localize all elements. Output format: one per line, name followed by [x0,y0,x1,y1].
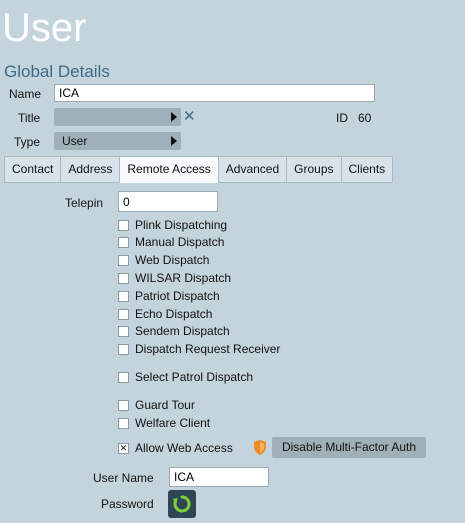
id-value: 60 [358,111,372,125]
clear-title-icon[interactable]: ✕ [183,109,196,125]
disable-mfa-button[interactable]: Disable Multi-Factor Auth [272,437,426,458]
page-title: User [2,6,87,50]
checkbox-row[interactable]: Welfare Client [118,415,210,431]
checkbox-label: Echo Dispatch [135,307,213,321]
checkbox-checked[interactable]: ✕ [118,442,129,454]
checkbox-label: Guard Tour [135,398,195,412]
checkbox-row-allow-web-access[interactable]: ✕ Allow Web Access [118,440,233,456]
password-label: Password [101,497,154,511]
name-label: Name [9,87,42,101]
checkbox-row[interactable]: WILSAR Dispatch [118,270,231,286]
refresh-icon [172,495,191,513]
checkbox-label: Dispatch Request Receiver [135,342,281,356]
checkbox-label: Web Dispatch [135,253,210,267]
checkbox[interactable] [118,254,129,266]
type-dropdown-value: User [62,134,88,148]
tab-clients[interactable]: Clients [340,156,394,183]
tab-groups[interactable]: Groups [286,156,342,183]
section-title: Global Details [4,62,110,81]
checkbox[interactable] [118,417,129,429]
checkbox[interactable] [118,236,129,248]
checkbox[interactable] [118,343,129,355]
checkbox-row[interactable]: Echo Dispatch [118,306,212,322]
dropdown-arrow-icon [171,112,177,122]
checkbox-row[interactable]: Patriot Dispatch [118,288,220,304]
title-label: Title [18,111,41,125]
checkbox-label: Welfare Client [135,416,211,430]
checkbox-row[interactable]: Sendem Dispatch [118,323,230,339]
tab-bar: Contact Address Remote Access Advanced G… [4,156,394,183]
checkbox[interactable] [118,290,129,302]
checkbox[interactable] [118,371,129,383]
type-dropdown[interactable]: User [54,132,181,150]
tab-remote-access[interactable]: Remote Access [119,156,219,183]
checkbox-label: Allow Web Access [135,441,233,455]
checkbox-row[interactable]: Dispatch Request Receiver [118,341,280,357]
checkbox-row[interactable]: Select Patrol Dispatch [118,369,253,385]
username-label: User Name [93,471,154,485]
checkbox[interactable] [118,308,129,320]
reset-password-button[interactable] [168,490,196,518]
checkbox-label: Select Patrol Dispatch [135,370,254,384]
tab-advanced[interactable]: Advanced [217,156,288,183]
type-label: Type [14,135,41,149]
checkbox[interactable] [118,219,129,231]
title-dropdown[interactable] [54,108,181,126]
checkbox[interactable] [118,325,129,337]
username-input[interactable] [169,467,269,487]
id-label: ID [336,111,348,125]
checkbox[interactable] [118,272,129,284]
checkbox-row[interactable]: Plink Dispatching [118,217,227,233]
checkbox-row[interactable]: Manual Dispatch [118,234,224,250]
telepin-label: Telepin [65,196,104,210]
name-input[interactable] [54,84,375,102]
dropdown-arrow-icon [171,136,177,146]
checkbox-label: WILSAR Dispatch [135,271,232,285]
tab-address[interactable]: Address [60,156,121,183]
checkbox-label: Manual Dispatch [135,235,225,249]
shield-icon [254,440,266,455]
telepin-input[interactable] [118,191,218,212]
tab-contact[interactable]: Contact [4,156,62,183]
checkbox-row[interactable]: Web Dispatch [118,252,209,268]
checkbox-label: Plink Dispatching [135,218,228,232]
checkbox-row[interactable]: Guard Tour [118,397,195,413]
checkbox-label: Sendem Dispatch [135,324,230,338]
checkbox[interactable] [118,399,129,411]
checkbox-label: Patriot Dispatch [135,289,220,303]
